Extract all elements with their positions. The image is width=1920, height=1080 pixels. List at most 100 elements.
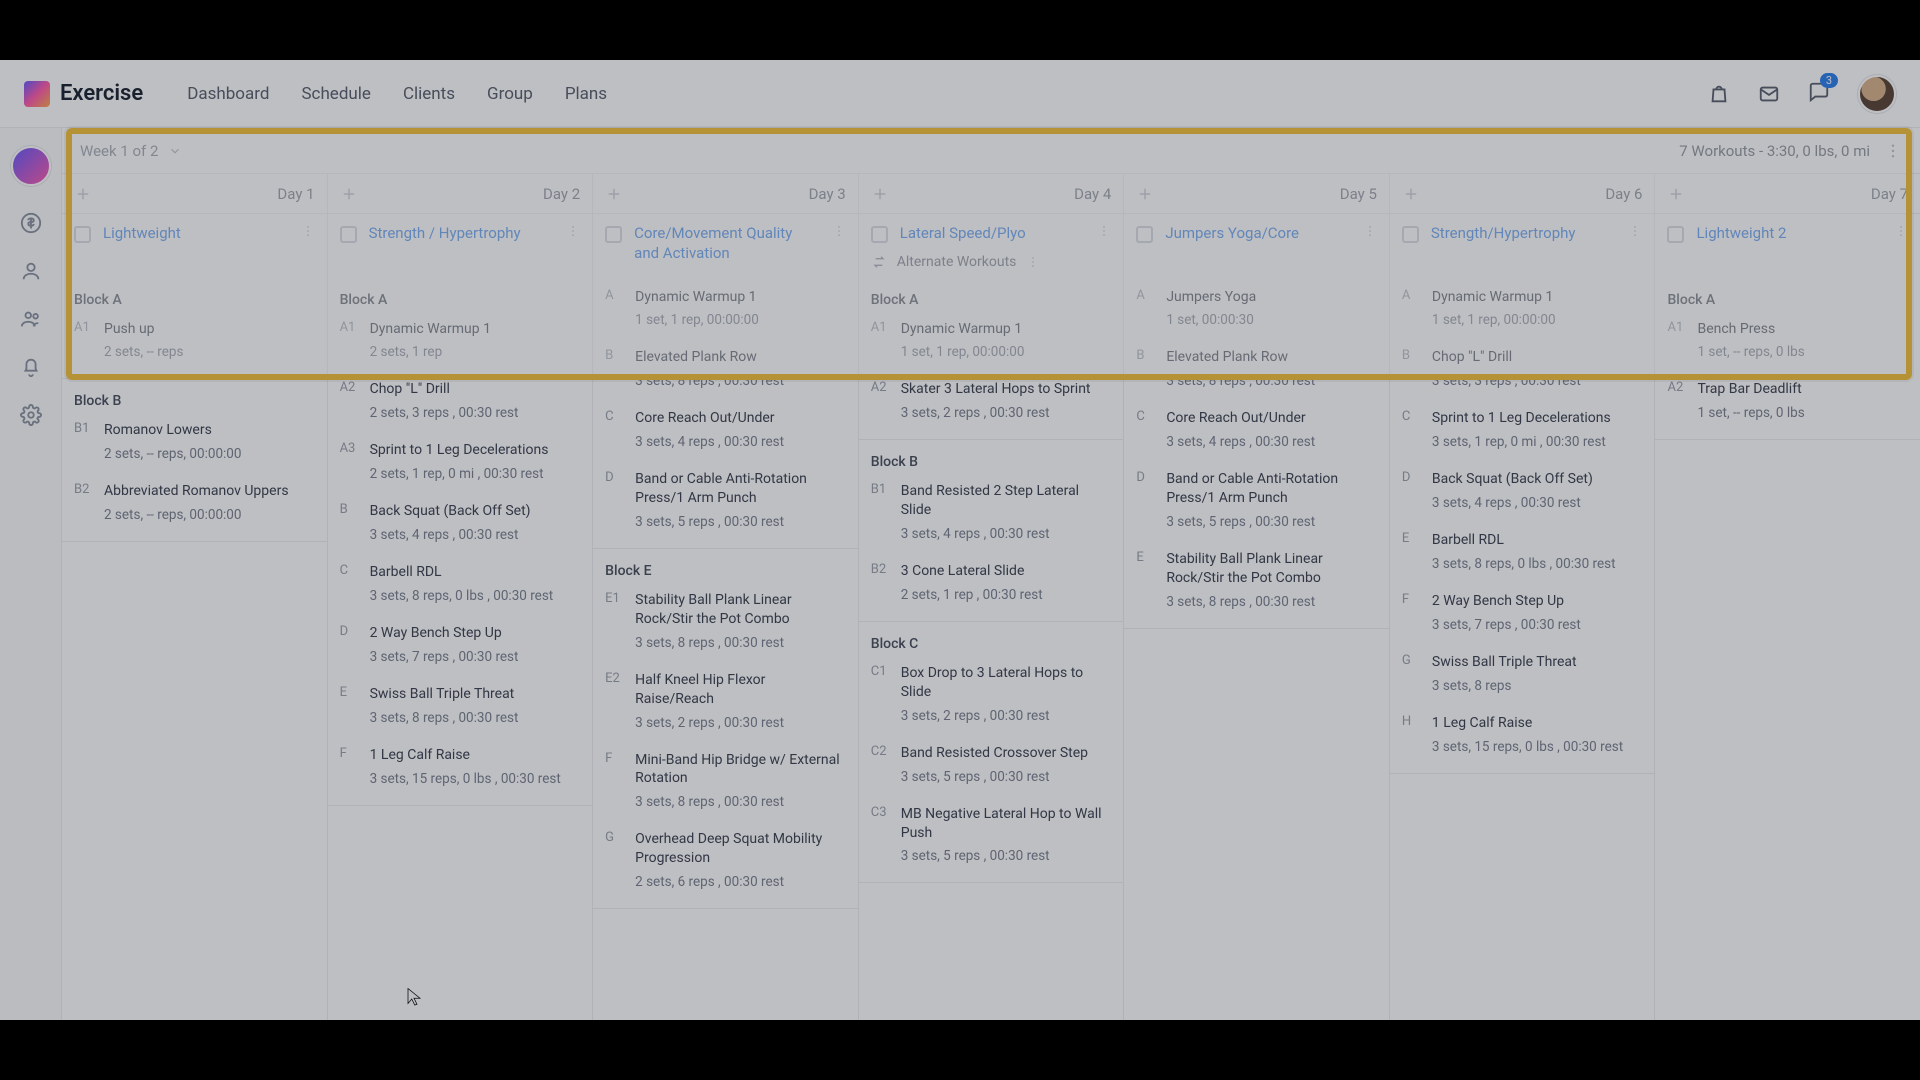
- exercise-item[interactable]: C3MB Negative Lateral Hop to Wall Push3 …: [859, 799, 1124, 879]
- exercise-item[interactable]: F2 Way Bench Step Up3 sets, 7 reps , 00:…: [1390, 586, 1655, 647]
- dollar-icon[interactable]: [20, 212, 42, 234]
- exercise-item[interactable]: A1Dynamic Warmup 11 set, 1 rep, 00:00:00: [859, 314, 1124, 375]
- person-icon[interactable]: [20, 260, 42, 282]
- plus-icon[interactable]: [605, 185, 623, 203]
- rail-plan-icon[interactable]: [11, 146, 51, 186]
- exercise-item[interactable]: A3Sprint to 1 Leg Decelerations2 sets, 1…: [328, 435, 593, 496]
- exercise-item[interactable]: DBand or Cable Anti-Rotation Press/1 Arm…: [593, 464, 858, 544]
- gear-icon[interactable]: [20, 404, 42, 426]
- exercise-item[interactable]: DBack Squat (Back Off Set)3 sets, 4 reps…: [1390, 464, 1655, 525]
- exercise-item[interactable]: FMini-Band Hip Bridge w/ External Rotati…: [593, 745, 858, 825]
- chat-button[interactable]: 3: [1808, 81, 1830, 107]
- day-label: Day 1: [277, 185, 314, 203]
- nav-plans[interactable]: Plans: [565, 84, 607, 104]
- exercise-item[interactable]: A1Push up2 sets, -- reps: [62, 314, 327, 375]
- exercise-item[interactable]: B1Romanov Lowers2 sets, -- reps, 00:00:0…: [62, 415, 327, 476]
- checkbox[interactable]: [74, 226, 91, 243]
- plus-icon[interactable]: [871, 185, 889, 203]
- workout-title-cell[interactable]: Strength / Hypertrophy: [328, 214, 594, 282]
- checkbox[interactable]: [340, 226, 357, 243]
- exercise-item[interactable]: H1 Leg Calf Raise3 sets, 15 reps, 0 lbs …: [1390, 708, 1655, 769]
- exercise-item[interactable]: CSprint to 1 Leg Decelerations3 sets, 1 …: [1390, 403, 1655, 464]
- plan-menu-icon[interactable]: [1884, 142, 1902, 160]
- exercise-item[interactable]: CBarbell RDL3 sets, 8 reps, 0 lbs , 00:3…: [328, 557, 593, 618]
- day-header-6: Day 6: [1390, 174, 1656, 213]
- exercise-meta: 3 sets, 5 reps , 00:30 rest: [901, 769, 1112, 785]
- kebab-icon[interactable]: [1628, 224, 1642, 238]
- plus-icon[interactable]: [340, 185, 358, 203]
- swap-icon[interactable]: [871, 254, 887, 270]
- exercise-item[interactable]: GSwiss Ball Triple Threat3 sets, 8 reps: [1390, 647, 1655, 708]
- exercise-item[interactable]: F1 Leg Calf Raise3 sets, 15 reps, 0 lbs …: [328, 740, 593, 801]
- exercise-item[interactable]: CCore Reach Out/Under3 sets, 4 reps , 00…: [1124, 403, 1389, 464]
- kebab-icon[interactable]: [566, 224, 580, 238]
- week-selector[interactable]: Week 1 of 2: [80, 142, 182, 160]
- block-label: Block A: [859, 282, 1124, 314]
- exercise-item[interactable]: E2Half Kneel Hip Flexor Raise/Reach3 set…: [593, 665, 858, 745]
- checkbox[interactable]: [605, 226, 622, 243]
- kebab-icon[interactable]: [832, 224, 846, 238]
- workout-title-cell[interactable]: Lateral Speed/Plyo Alternate Workouts: [859, 214, 1125, 282]
- exercise-item[interactable]: EStability Ball Plank Linear Rock/Stir t…: [1124, 544, 1389, 624]
- nav-schedule[interactable]: Schedule: [301, 84, 370, 104]
- workout-title-cell[interactable]: Jumpers Yoga/Core: [1124, 214, 1390, 282]
- nav-group[interactable]: Group: [487, 84, 533, 104]
- workout-title-cell[interactable]: Lightweight: [62, 214, 328, 282]
- bell-icon[interactable]: [20, 356, 42, 378]
- brand-name: Exercise: [60, 81, 143, 106]
- exercise-item[interactable]: GOverhead Deep Squat Mobility Progressio…: [593, 824, 858, 904]
- kebab-icon[interactable]: [301, 224, 315, 238]
- exercise-item[interactable]: A2Chop "L" Drill2 sets, 3 reps , 00:30 r…: [328, 374, 593, 435]
- exercise-item[interactable]: B2Abbreviated Romanov Uppers2 sets, -- r…: [62, 476, 327, 537]
- nav-dashboard[interactable]: Dashboard: [187, 84, 269, 104]
- mail-icon[interactable]: [1758, 83, 1780, 105]
- workout-title-cell[interactable]: Strength/Hypertrophy: [1390, 214, 1656, 282]
- exercise-item[interactable]: A1Dynamic Warmup 12 sets, 1 rep: [328, 314, 593, 375]
- exercise-item[interactable]: DBand or Cable Anti-Rotation Press/1 Arm…: [1124, 464, 1389, 544]
- exercise-item[interactable]: C2Band Resisted Crossover Step3 sets, 5 …: [859, 738, 1124, 799]
- exercise-item[interactable]: B1Band Resisted 2 Step Lateral Slide3 se…: [859, 476, 1124, 556]
- checkbox[interactable]: [871, 226, 888, 243]
- workout-title-cell[interactable]: Core/Movement Quality and Activation: [593, 214, 859, 282]
- exercise-name: Mini-Band Hip Bridge w/ External Rotatio…: [635, 751, 846, 789]
- exercise-key: B1: [74, 421, 94, 462]
- alternate-workouts-label[interactable]: Alternate Workouts: [897, 254, 1017, 270]
- exercise-name: Stability Ball Plank Linear Rock/Stir th…: [1166, 550, 1377, 588]
- plus-icon[interactable]: [1402, 185, 1420, 203]
- exercise-item[interactable]: C1Box Drop to 3 Lateral Hops to Slide3 s…: [859, 658, 1124, 738]
- plus-icon[interactable]: [1667, 185, 1685, 203]
- bag-icon[interactable]: [1708, 83, 1730, 105]
- checkbox[interactable]: [1136, 226, 1153, 243]
- exercise-item[interactable]: BElevated Plank Row3 sets, 8 reps , 00:3…: [593, 342, 858, 403]
- exercise-item[interactable]: ESwiss Ball Triple Threat3 sets, 8 reps …: [328, 679, 593, 740]
- exercise-item[interactable]: ADynamic Warmup 11 set, 1 rep, 00:00:00: [1390, 282, 1655, 343]
- plus-icon[interactable]: [74, 185, 92, 203]
- kebab-icon[interactable]: [1363, 224, 1377, 238]
- exercise-item[interactable]: B23 Cone Lateral Slide2 sets, 1 rep , 00…: [859, 556, 1124, 617]
- exercise-item[interactable]: A2Trap Bar Deadlift1 set, -- reps, 0 lbs: [1655, 374, 1920, 435]
- brand[interactable]: Exercise: [24, 81, 143, 107]
- group-icon[interactable]: [20, 308, 42, 330]
- kebab-icon[interactable]: [1894, 224, 1908, 238]
- exercise-item[interactable]: BBack Squat (Back Off Set)3 sets, 4 reps…: [328, 496, 593, 557]
- nav-clients[interactable]: Clients: [403, 84, 455, 104]
- exercise-item[interactable]: A2Skater 3 Lateral Hops to Sprint3 sets,…: [859, 374, 1124, 435]
- day-header-4: Day 4: [859, 174, 1125, 213]
- user-avatar[interactable]: [1858, 75, 1896, 113]
- checkbox[interactable]: [1402, 226, 1419, 243]
- kebab-icon[interactable]: [1097, 224, 1111, 238]
- exercise-name: 1 Leg Calf Raise: [1432, 714, 1643, 733]
- exercise-item[interactable]: D2 Way Bench Step Up3 sets, 7 reps , 00:…: [328, 618, 593, 679]
- exercise-item[interactable]: BChop "L" Drill3 sets, 3 reps , 00:30 re…: [1390, 342, 1655, 403]
- exercise-item[interactable]: E1Stability Ball Plank Linear Rock/Stir …: [593, 585, 858, 665]
- exercise-item[interactable]: EBarbell RDL3 sets, 8 reps, 0 lbs , 00:3…: [1390, 525, 1655, 586]
- workout-title-cell[interactable]: Lightweight 2: [1655, 214, 1920, 282]
- checkbox[interactable]: [1667, 226, 1684, 243]
- exercise-item[interactable]: BElevated Plank Row3 sets, 8 reps , 00:3…: [1124, 342, 1389, 403]
- plus-icon[interactable]: [1136, 185, 1154, 203]
- kebab-icon[interactable]: [1026, 255, 1040, 269]
- exercise-item[interactable]: AJumpers Yoga1 set, 00:00:30: [1124, 282, 1389, 343]
- exercise-item[interactable]: CCore Reach Out/Under3 sets, 4 reps , 00…: [593, 403, 858, 464]
- exercise-item[interactable]: A1Bench Press1 set, -- reps, 0 lbs: [1655, 314, 1920, 375]
- exercise-item[interactable]: ADynamic Warmup 11 set, 1 rep, 00:00:00: [593, 282, 858, 343]
